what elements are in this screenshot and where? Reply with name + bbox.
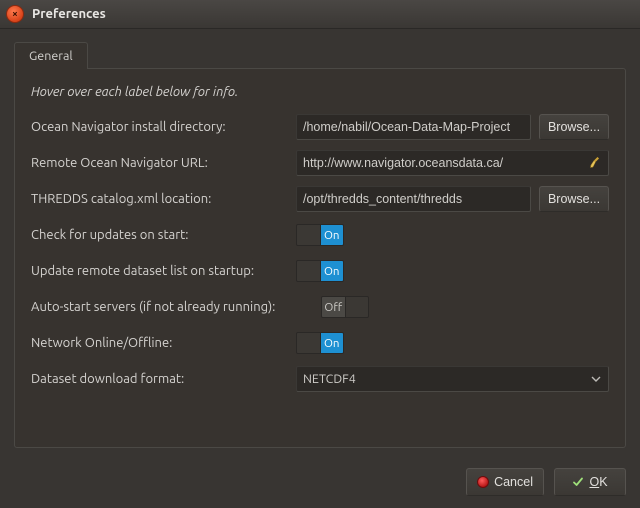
- label-download-format: Dataset download format:: [31, 372, 296, 386]
- label-check-updates: Check for updates on start:: [31, 228, 296, 242]
- row-thredds: THREDDS catalog.xml location: Browse...: [31, 185, 609, 213]
- cancel-button[interactable]: Cancel: [466, 468, 544, 496]
- toggle-on-label: On: [321, 333, 344, 353]
- label-thredds: THREDDS catalog.xml location:: [31, 192, 296, 206]
- label-auto-start: Auto-start servers (if not already runni…: [31, 300, 321, 314]
- update-remote-toggle[interactable]: On: [296, 260, 344, 282]
- clear-url-button[interactable]: [589, 156, 603, 170]
- label-update-remote: Update remote dataset list on startup:: [31, 264, 296, 278]
- download-format-value: NETCDF4: [303, 372, 356, 386]
- row-update-remote: Update remote dataset list on startup: O…: [31, 257, 609, 285]
- check-icon: [572, 476, 584, 488]
- auto-start-toggle[interactable]: Off: [321, 296, 369, 318]
- titlebar: × Preferences: [0, 0, 640, 29]
- preferences-window: × Preferences General Hover over each la…: [0, 0, 640, 508]
- tab-bar: General: [14, 41, 626, 68]
- check-updates-toggle[interactable]: On: [296, 224, 344, 246]
- close-button[interactable]: ×: [6, 5, 24, 23]
- thredds-input[interactable]: [296, 186, 531, 212]
- broom-icon: [589, 156, 603, 170]
- row-remote-url: Remote Ocean Navigator URL:: [31, 149, 609, 177]
- install-dir-input[interactable]: [296, 114, 531, 140]
- row-install-dir: Ocean Navigator install directory: Brows…: [31, 113, 609, 141]
- close-icon: ×: [12, 9, 18, 19]
- row-check-updates: Check for updates on start: On: [31, 221, 609, 249]
- download-format-select[interactable]: NETCDF4: [296, 366, 609, 392]
- remote-url-input[interactable]: [296, 150, 609, 176]
- ok-button[interactable]: OK: [554, 468, 626, 496]
- general-panel: Hover over each label below for info. Oc…: [14, 68, 626, 448]
- window-body: General Hover over each label below for …: [0, 29, 640, 458]
- window-title: Preferences: [32, 7, 106, 21]
- cancel-label: Cancel: [494, 475, 533, 489]
- row-download-format: Dataset download format: NETCDF4: [31, 365, 609, 393]
- row-network: Network Online/Offline: On: [31, 329, 609, 357]
- browse-install-dir-button[interactable]: Browse...: [539, 114, 609, 140]
- label-install-dir: Ocean Navigator install directory:: [31, 120, 296, 134]
- label-network: Network Online/Offline:: [31, 336, 296, 350]
- stop-icon: [477, 476, 489, 488]
- row-auto-start: Auto-start servers (if not already runni…: [31, 293, 609, 321]
- toggle-on-label: On: [321, 225, 344, 245]
- label-remote-url: Remote Ocean Navigator URL:: [31, 156, 296, 170]
- dialog-footer: Cancel OK: [0, 458, 640, 508]
- network-toggle[interactable]: On: [296, 332, 344, 354]
- browse-thredds-button[interactable]: Browse...: [539, 186, 609, 212]
- chevron-down-icon: [588, 371, 604, 387]
- toggle-on-label: On: [321, 261, 344, 281]
- ok-label: OK: [589, 475, 607, 489]
- toggle-off-label: Off: [322, 297, 346, 317]
- hint-text: Hover over each label below for info.: [31, 85, 609, 99]
- tab-general[interactable]: General: [14, 42, 88, 69]
